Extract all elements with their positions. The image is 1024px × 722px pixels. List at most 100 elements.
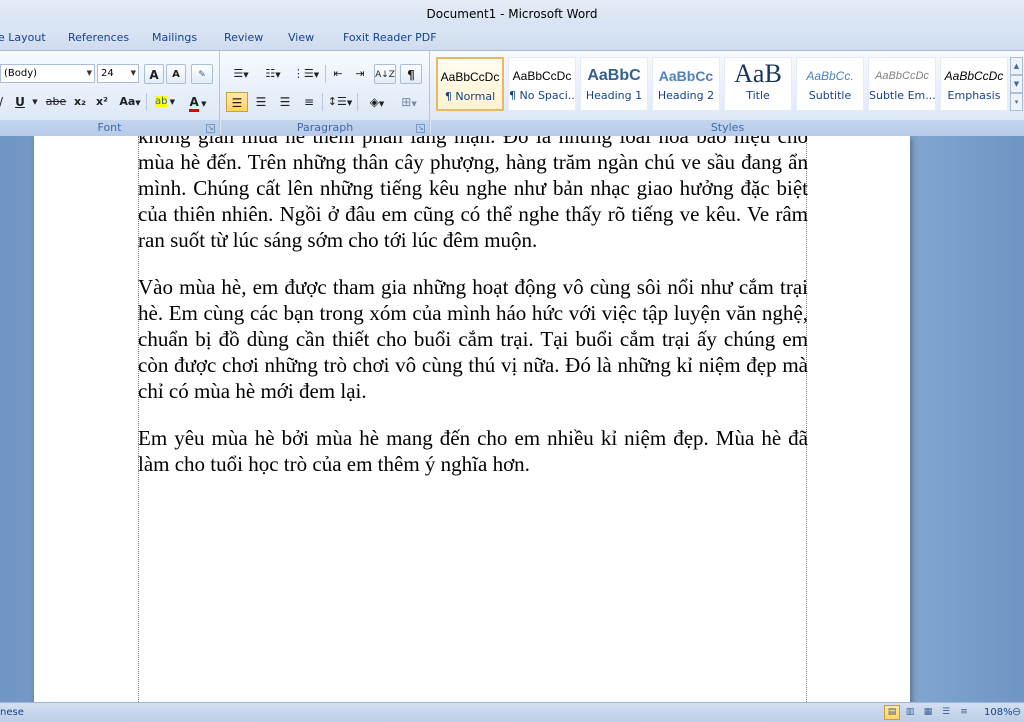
- web-layout-icon: ▦: [923, 707, 933, 717]
- shrink-font-button[interactable]: A: [166, 64, 186, 84]
- zoom-out-button[interactable]: ⊖: [1012, 705, 1024, 719]
- underline-dropdown[interactable]: ▼: [30, 92, 40, 112]
- shading-button[interactable]: ◈▼: [360, 92, 394, 112]
- increase-indent-button[interactable]: ⇥: [350, 64, 370, 84]
- eraser-icon: ✎: [198, 70, 206, 80]
- multilevel-list-button[interactable]: ⋮☰▼: [290, 64, 322, 84]
- align-left-button[interactable]: ☰: [226, 92, 248, 112]
- sort-icon: A↓Z: [375, 70, 395, 80]
- highlighter-icon: ab: [154, 96, 168, 107]
- gallery-more-button[interactable]: ▾: [1010, 93, 1023, 111]
- align-center-button[interactable]: ☰: [250, 92, 272, 112]
- bullets-button[interactable]: ☰▼: [226, 64, 256, 84]
- underline-button[interactable]: U: [12, 92, 28, 112]
- style-subtle-emphasis[interactable]: AaBbCcDc Subtle Em...: [868, 57, 936, 111]
- chevron-down-icon: ▼: [411, 100, 417, 108]
- font-color-button[interactable]: A ▼: [182, 92, 214, 112]
- style-subtitle[interactable]: AaBbCc. Subtitle: [796, 57, 864, 111]
- style-preview: AaBbCcDc: [944, 69, 1004, 83]
- align-right-icon: ☰: [279, 95, 291, 109]
- tab-page-layout[interactable]: e Layout: [0, 31, 46, 44]
- style-heading-2[interactable]: AaBbCc Heading 2: [652, 57, 720, 111]
- full-screen-reading-button[interactable]: ▥: [902, 705, 918, 720]
- line-spacing-button[interactable]: ↕☰▼: [325, 92, 355, 112]
- decrease-indent-button[interactable]: ⇤: [328, 64, 348, 84]
- justify-button[interactable]: ≡: [298, 92, 320, 112]
- tab-references[interactable]: References: [68, 31, 129, 44]
- reading-icon: ▥: [905, 707, 915, 717]
- styles-gallery-scroll: ▲ ▼ ▾: [1010, 57, 1023, 113]
- borders-button[interactable]: ⊞▼: [394, 92, 424, 112]
- numbering-button[interactable]: ☷▼: [258, 64, 288, 84]
- draft-icon: ≡: [960, 707, 968, 717]
- style-normal[interactable]: AaBbCcDc ¶ Normal: [436, 57, 504, 111]
- tab-view[interactable]: View: [288, 31, 314, 44]
- chevron-down-icon: ▼: [32, 98, 38, 106]
- style-preview: AaBbCcDc: [440, 70, 500, 84]
- strikethrough-button[interactable]: abe: [44, 92, 68, 112]
- scroll-down-button[interactable]: ▼: [1010, 75, 1023, 93]
- style-preview: AaBbCcDc: [875, 70, 929, 82]
- change-case-icon: Aa: [119, 95, 136, 108]
- paragraph[interactable]: Em yêu mùa hè bởi mùa hè mang đến cho em…: [138, 425, 808, 477]
- font-size-combo[interactable]: 24 ▼: [97, 64, 139, 83]
- tab-mailings[interactable]: Mailings: [152, 31, 197, 44]
- style-name: Heading 1: [585, 89, 643, 102]
- ribbon-tabs: e Layout References Mailings Review View…: [0, 27, 1024, 50]
- font-size-value: 24: [101, 68, 114, 79]
- tab-review[interactable]: Review: [224, 31, 263, 44]
- style-name: Title: [746, 89, 770, 102]
- toolbar-separator: [146, 93, 147, 111]
- scroll-up-button[interactable]: ▲: [1010, 57, 1023, 75]
- outline-button[interactable]: ☰: [938, 705, 954, 720]
- subscript-button[interactable]: x₂: [70, 92, 90, 112]
- sort-button[interactable]: A↓Z: [374, 64, 396, 84]
- grow-font-button[interactable]: A: [144, 64, 164, 84]
- outline-icon: ☰: [941, 707, 951, 717]
- web-layout-button[interactable]: ▦: [920, 705, 936, 720]
- paint-bucket-icon: ◈: [369, 95, 379, 109]
- style-title[interactable]: AaB Title: [724, 57, 792, 111]
- change-case-button[interactable]: Aa▼: [116, 92, 144, 112]
- tab-foxit-reader-pdf[interactable]: Foxit Reader PDF: [343, 31, 437, 44]
- strikethrough-icon: abe: [45, 95, 67, 108]
- font-name-combo[interactable]: (Body) ▼: [0, 64, 95, 83]
- chevron-down-icon: ▼: [1013, 80, 1020, 88]
- chevron-down-icon: ▼: [346, 99, 353, 107]
- show-hide-marks-button[interactable]: ¶: [400, 64, 422, 84]
- document-body[interactable]: không gian mùa hè thêm phần lãng mạn. Đó…: [138, 136, 808, 498]
- style-preview: AaB: [734, 59, 782, 88]
- italic-button[interactable]: /: [0, 92, 6, 112]
- draft-button[interactable]: ≡: [956, 705, 972, 720]
- paragraph[interactable]: không gian mùa hè thêm phần lãng mạn. Đó…: [138, 136, 808, 253]
- chevron-down-icon: ▼: [243, 71, 249, 79]
- style-preview: AaBbCc: [658, 68, 714, 84]
- paragraph-group-label: Paragraph: [221, 120, 429, 136]
- font-dialog-launcher[interactable]: ↘: [206, 124, 215, 133]
- chevron-down-icon: ▼: [135, 99, 141, 107]
- paragraph-group: ☰▼ ☷▼ ⋮☰▼ ⇤ ⇥ A↓Z ¶ ☰ ☰ ☰ ≡ ↕☰▼ ◈▼ ⊞▼ Pa…: [221, 51, 430, 136]
- paragraph-dialog-launcher[interactable]: ↘: [416, 124, 425, 133]
- bullet-list-icon: ☰: [233, 67, 244, 80]
- subscript-icon: x₂: [74, 95, 86, 108]
- style-preview: AaBbCcDc: [512, 69, 572, 83]
- highlight-button[interactable]: ab ▼: [150, 92, 180, 112]
- clear-formatting-button[interactable]: ✎: [191, 64, 213, 84]
- style-no-spacing[interactable]: AaBbCcDc ¶ No Spaci...: [508, 57, 576, 111]
- title-bar: Document1 - Microsoft Word: [0, 0, 1024, 27]
- style-emphasis[interactable]: AaBbCcDc Emphasis: [940, 57, 1008, 111]
- language-indicator[interactable]: nese: [0, 707, 24, 718]
- align-right-button[interactable]: ☰: [274, 92, 296, 112]
- outdent-icon: ⇤: [333, 67, 343, 80]
- paragraph[interactable]: Vào mùa hè, em được tham gia những hoạt …: [138, 274, 808, 404]
- indent-icon: ⇥: [355, 67, 365, 80]
- style-heading-1[interactable]: AaBbC Heading 1: [580, 57, 648, 111]
- document-workspace: không gian mùa hè thêm phần lãng mạn. Đó…: [0, 136, 1024, 702]
- superscript-button[interactable]: x²: [92, 92, 112, 112]
- font-group-label: Font: [0, 120, 219, 136]
- document-page[interactable]: không gian mùa hè thêm phần lãng mạn. Đó…: [34, 136, 910, 702]
- zoom-level[interactable]: 108%: [984, 707, 1013, 718]
- styles-gallery: AaBbCcDc ¶ Normal AaBbCcDc ¶ No Spaci...…: [436, 57, 1008, 113]
- print-layout-button[interactable]: ▤: [884, 705, 900, 720]
- shrink-font-icon: A: [172, 69, 180, 80]
